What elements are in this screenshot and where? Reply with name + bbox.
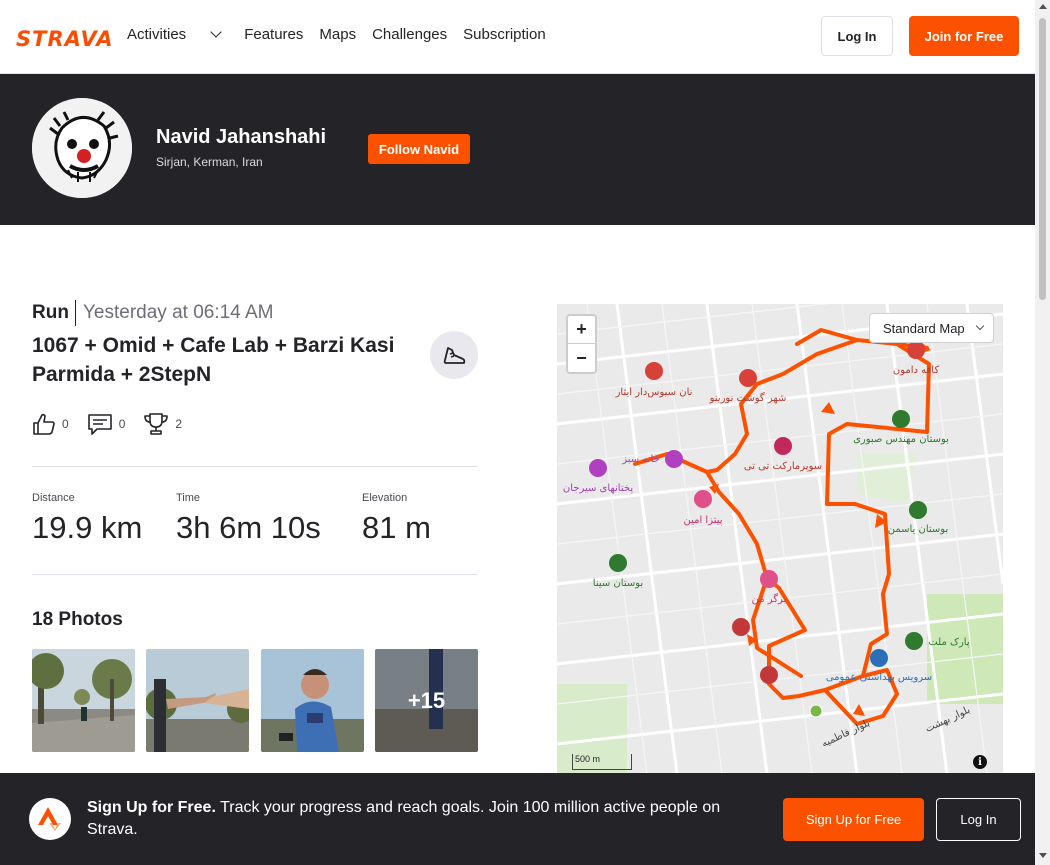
chevron-down-icon: [975, 321, 984, 331]
photo-image: [146, 649, 249, 752]
poi-label: خانه سبز: [621, 454, 659, 465]
stat-label: Time: [176, 492, 201, 504]
zoom-in-button[interactable]: +: [568, 316, 595, 344]
divider: [32, 466, 478, 467]
nav-maps[interactable]: Maps: [319, 25, 356, 45]
strava-app-icon: [29, 798, 71, 840]
athlete-banner: Navid Jahanshahi Sirjan, Kerman, Iran Fo…: [0, 74, 1035, 225]
photo-thumbnail[interactable]: [32, 649, 135, 752]
avatar-image: [32, 98, 132, 198]
signup-banner: Sign Up for Free. Track your progress an…: [0, 773, 1035, 865]
signup-button[interactable]: Sign Up for Free: [783, 798, 924, 841]
poi-label: پختانهای سیرجان: [563, 483, 633, 494]
poi-label: سوپرمارکت تی تی: [744, 461, 822, 472]
more-photos-count: +15: [407, 687, 446, 713]
trophy-icon: [144, 413, 169, 435]
poi-label: پیتزا امین: [683, 515, 722, 526]
kudos-count: 0: [62, 417, 69, 431]
scroll-up-arrow-icon[interactable]: [1039, 4, 1047, 9]
photo-image: [32, 649, 135, 752]
activity-type: Run: [32, 302, 69, 323]
zoom-controls: + −: [566, 314, 597, 374]
route-map[interactable]: نان سبوس‌دار ایثار شهر گوشت نورینو کافه …: [557, 304, 1003, 774]
stat-elevation: Elevation 81 m: [362, 492, 431, 546]
social-actions: 0 0 2: [32, 412, 200, 436]
gear-shoe-button[interactable]: [430, 331, 478, 379]
avatar[interactable]: [32, 98, 132, 198]
thumbs-up-icon: [33, 413, 55, 435]
info-icon[interactable]: i: [973, 755, 987, 769]
stat-value: 81 m: [362, 510, 431, 545]
login-button[interactable]: Log In: [821, 16, 893, 56]
map-scale: 500 m: [572, 754, 632, 770]
poi-label: بوستان مهندس صبوری: [853, 434, 949, 445]
nav-challenges[interactable]: Challenges: [372, 25, 447, 45]
activity-date: Yesterday at 06:14 AM: [83, 302, 274, 323]
photo-thumbnail[interactable]: [261, 649, 364, 752]
athlete-location: Sirjan, Kerman, Iran: [156, 155, 263, 169]
stat-value: 3h 6m 10s: [176, 510, 321, 545]
photo-thumbnail[interactable]: [146, 649, 249, 752]
scroll-down-arrow-icon[interactable]: [1039, 853, 1047, 858]
achievements-button[interactable]: 2: [143, 412, 182, 436]
kudos-button[interactable]: 0: [32, 412, 69, 436]
page-scrollbar[interactable]: [1035, 0, 1050, 865]
poi-label: برگر من: [752, 593, 787, 605]
poi-label: نان سبوس‌دار ایثار: [615, 387, 693, 398]
divider: [75, 300, 76, 326]
activity-title: 1067 + Omid + Cafe Lab + Barzi Kasi Parm…: [32, 334, 395, 386]
zoom-out-button[interactable]: −: [568, 344, 595, 372]
nav-features[interactable]: Features: [244, 25, 303, 45]
stat-label: Distance: [32, 492, 75, 504]
poi-label: سرویس بهداشتی عمومی: [826, 672, 932, 683]
divider: [32, 574, 478, 575]
photo-image: [261, 649, 364, 752]
nav-links: Activities Features Maps Challenges Subs…: [127, 25, 562, 45]
photos-heading: 18 Photos: [32, 609, 123, 630]
poi-label: کافه دامون: [893, 365, 939, 376]
poi-label: پارک ملت: [928, 637, 969, 648]
chevron-down-icon[interactable]: [210, 26, 222, 38]
map-type-value: Standard Map: [883, 320, 965, 336]
nav-activities[interactable]: Activities: [127, 25, 228, 45]
stat-time: Time 3h 6m 10s: [176, 492, 321, 546]
stat-value: 19.9 km: [32, 510, 143, 545]
stat-label: Elevation: [362, 492, 408, 504]
map-type-select[interactable]: Standard Map: [869, 313, 994, 343]
more-photos-thumbnail[interactable]: +15: [375, 649, 478, 752]
comments-button[interactable]: 0: [87, 412, 126, 436]
signup-message: Sign Up for Free. Track your progress an…: [87, 797, 757, 841]
follow-button[interactable]: Follow Navid: [368, 134, 470, 164]
poi-label: بوستان یاسمن: [888, 524, 949, 535]
join-button[interactable]: Join for Free: [909, 16, 1019, 56]
shoe-icon: [443, 347, 466, 364]
top-navigation: STRAVA Activities Features Maps Challeng…: [0, 0, 1035, 74]
comments-count: 0: [118, 417, 126, 431]
strava-logo[interactable]: STRAVA: [16, 27, 114, 51]
poi-label: شهر گوشت نورینو: [709, 392, 787, 404]
comment-icon: [87, 414, 112, 435]
signup-login-button[interactable]: Log In: [936, 798, 1021, 841]
signup-lead: Sign Up for Free.: [87, 799, 216, 816]
scroll-thumb[interactable]: [1039, 18, 1046, 300]
strava-chevron-icon: [38, 807, 61, 831]
achievements-count: 2: [175, 417, 183, 431]
athlete-name[interactable]: Navid Jahanshahi: [156, 126, 326, 149]
nav-subscription[interactable]: Subscription: [463, 25, 546, 45]
stat-distance: Distance 19.9 km: [32, 492, 142, 546]
map-canvas[interactable]: نان سبوس‌دار ایثار شهر گوشت نورینو کافه …: [557, 304, 1003, 774]
poi-label: بوستان سینا: [593, 578, 643, 589]
